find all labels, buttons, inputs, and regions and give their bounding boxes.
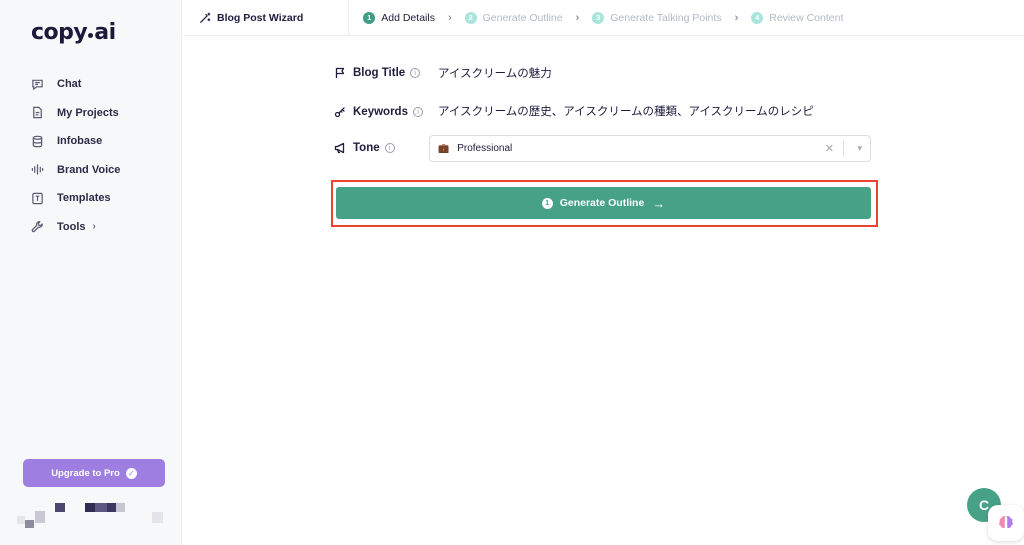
logo-dot [88,33,94,38]
info-icon[interactable]: i [384,143,395,153]
document-icon [31,106,44,119]
logo-text-right: ai [94,20,116,45]
chevron-right-icon: › [92,221,96,233]
keywords-field[interactable]: アイスクリームの歴史、アイスクリームの種類、アイスクリームのレシピ [438,103,814,119]
keywords-label: Keywords i [334,106,423,118]
sidebar-item-chat[interactable]: Chat [0,70,182,99]
database-icon [31,135,44,148]
soundwave-icon [31,163,44,176]
chevron-right-icon: › [447,11,452,24]
magic-wand-icon [200,12,211,23]
sidebar-item-label: Brand Voice [57,163,121,176]
step-number-badge: 3 [592,11,605,24]
copyai-logo[interactable]: copy ai [31,20,116,45]
megaphone-icon [334,142,346,154]
tone-label: Tone i [334,142,395,154]
keywords-label-text: Keywords [353,106,408,118]
flag-icon [334,67,346,79]
chat-icon [31,78,44,91]
step-label: Generate Talking Points [610,11,722,24]
sidebar-item-infobase[interactable]: Infobase [0,127,182,156]
tone-select-value: Professional [457,143,513,154]
step-review-content[interactable]: 4 Review Content [751,11,844,24]
wizard-title-text: Blog Post Wizard [217,11,304,24]
top-bar: Blog Post Wizard 1 Add Details › 2 Gener… [183,0,1024,36]
wrench-icon [31,220,44,233]
step-number-badge: 4 [751,11,764,24]
tone-row: Tone i [334,142,395,154]
step-number-badge: 2 [464,11,477,24]
check-badge-icon: ✓ [125,467,137,479]
tone-label-text: Tone [353,142,380,154]
sidebar-item-brand-voice[interactable]: Brand Voice [0,156,182,185]
step-generate-talking-points[interactable]: 3 Generate Talking Points [592,11,722,24]
chevron-down-icon[interactable]: ▾ [857,143,862,154]
brain-extension-button[interactable] [988,505,1024,541]
info-icon[interactable]: i [410,68,421,78]
keywords-row: Keywords i [334,106,423,118]
briefcase-icon: 💼 [438,143,450,153]
chevron-right-icon: › [734,11,739,24]
step-generate-outline[interactable]: 2 Generate Outline [464,11,563,24]
sidebar-item-my-projects[interactable]: My Projects [0,99,182,128]
upgrade-to-pro-button[interactable]: Upgrade to Pro ✓ [23,459,165,487]
chat-avatar-letter: C [978,497,990,513]
topbar-divider [348,0,350,36]
sidebar-item-label: Templates [57,192,111,205]
info-icon[interactable]: i [412,107,423,117]
blog-title-row: Blog Title i [334,67,421,79]
logo-text-left: copy [31,20,88,45]
blog-title-label: Blog Title i [334,67,421,79]
sidebar-item-label: Chat [57,78,82,91]
key-icon [334,106,346,118]
blog-title-label-text: Blog Title [353,67,406,79]
template-icon [31,192,44,205]
generate-outline-label: Generate Outline [559,197,645,209]
arrow-right-icon: → [652,195,666,211]
step-add-details[interactable]: 1 Add Details [363,11,435,24]
app-root: copy ai Chat My Projects Infobase Brand … [0,0,1024,545]
wizard-steps: 1 Add Details › 2 Generate Outline › 3 G… [363,11,844,24]
sidebar-item-tools[interactable]: Tools › [0,213,182,242]
sidebar: copy ai Chat My Projects Infobase Brand … [0,0,182,545]
step-label: Generate Outline [482,11,563,24]
sidebar-item-templates[interactable]: Templates [0,184,182,213]
wizard-title: Blog Post Wizard [199,12,303,24]
blog-title-field[interactable]: アイスクリームの魅力 [438,65,552,81]
step-number-badge: 1 [363,11,376,24]
generate-outline-button[interactable]: 1 Generate Outline → [336,187,871,219]
clear-icon[interactable]: ✕ [825,142,834,155]
brain-icon [999,516,1013,529]
tone-select[interactable]: 💼 Professional ✕ ▾ [429,135,871,162]
select-separator [843,141,844,157]
step-number-badge: 1 [541,197,553,209]
sidebar-item-label: Infobase [57,135,103,148]
step-label: Add Details [381,11,435,24]
sidebar-nav: Chat My Projects Infobase Brand Voice Te… [0,70,182,241]
sidebar-item-label: My Projects [57,106,119,119]
step-label: Review Content [769,11,844,24]
upgrade-label: Upgrade to Pro [51,467,120,479]
sidebar-item-label: Tools [57,220,86,233]
chevron-right-icon: › [575,11,580,24]
